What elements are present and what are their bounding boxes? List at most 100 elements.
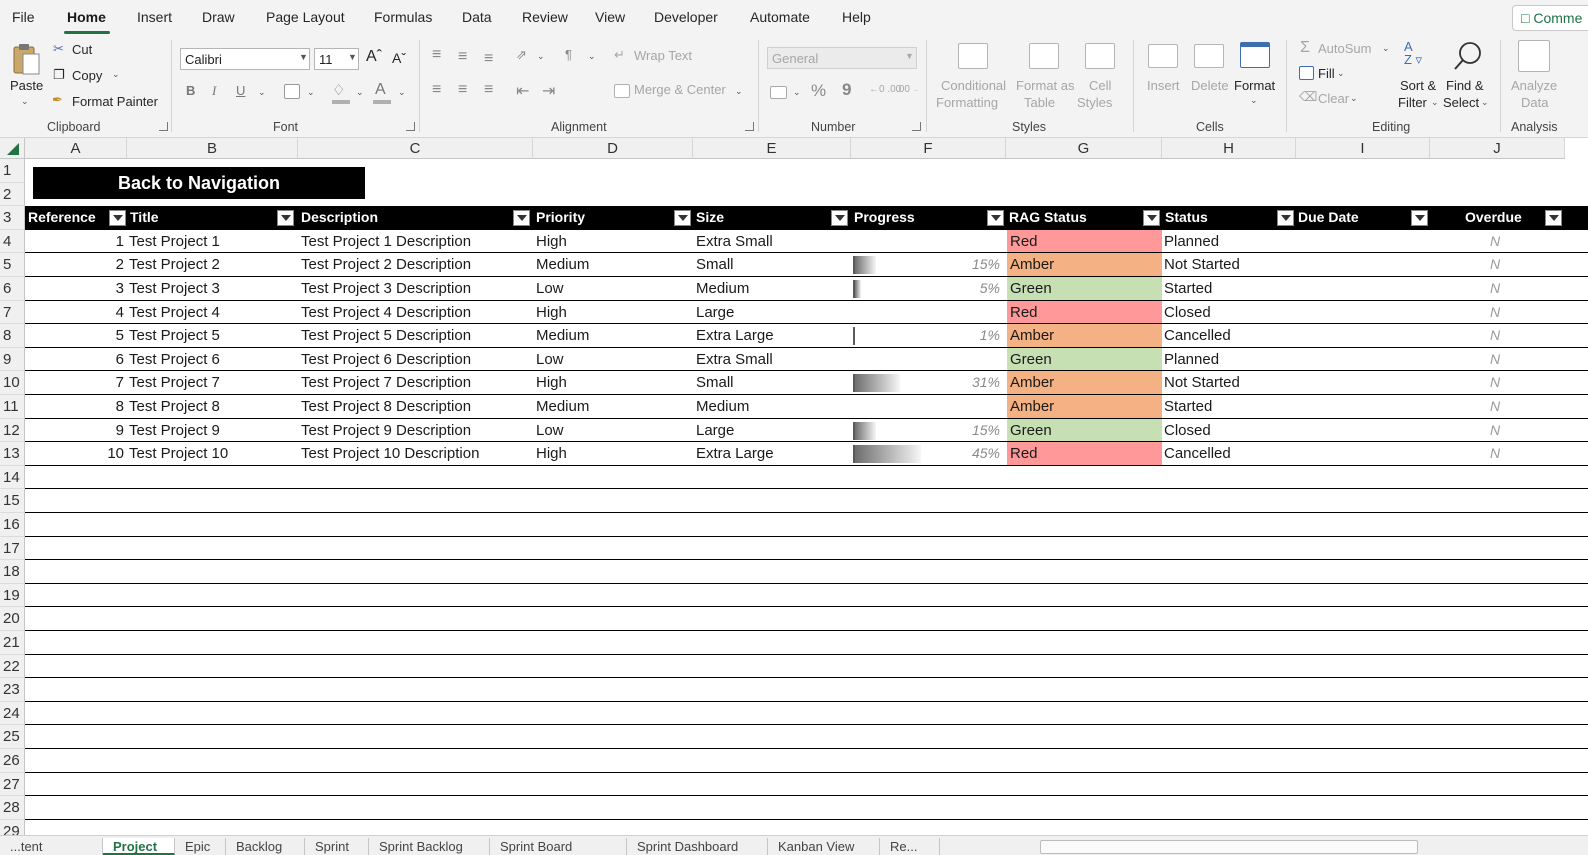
- row-header-12[interactable]: 12: [0, 418, 25, 443]
- comma-button[interactable]: 9: [842, 80, 851, 100]
- row-header-28[interactable]: 28: [0, 796, 25, 820]
- table-row[interactable]: 2 Test Project 2 Test Project 2 Descriptio…: [25, 253, 1588, 277]
- row-header-10[interactable]: 10: [0, 371, 25, 395]
- empty-row[interactable]: [25, 466, 1588, 490]
- dialog-launcher-icon[interactable]: [406, 122, 415, 131]
- decrease-decimal-button[interactable]: .00 →0: [896, 84, 918, 95]
- sheet-tab-tent[interactable]: ...tent: [0, 838, 103, 855]
- table-row[interactable]: 3 Test Project 3 Test Project 3 Descriptio…: [25, 277, 1588, 301]
- row-header-6[interactable]: 6: [0, 277, 25, 301]
- number-format-select[interactable]: General ▼: [767, 47, 917, 69]
- align-bottom-icon[interactable]: ≡: [484, 50, 493, 68]
- row-header-25[interactable]: 25: [0, 725, 25, 749]
- increase-indent-icon[interactable]: ⇥: [542, 81, 555, 101]
- bold-button[interactable]: B: [186, 83, 195, 98]
- empty-row[interactable]: [25, 725, 1588, 749]
- sheet-tab-sprint-board[interactable]: Sprint Board: [490, 838, 627, 855]
- filter-dropdown-icon[interactable]: [674, 210, 691, 226]
- row-header-23[interactable]: 23: [0, 678, 25, 702]
- empty-row[interactable]: [25, 749, 1588, 773]
- font-size-select[interactable]: 11 ▼: [314, 48, 359, 70]
- filter-dropdown-icon[interactable]: [1143, 210, 1160, 226]
- empty-row[interactable]: [25, 537, 1588, 561]
- worksheet-grid[interactable]: ABCDEFGHIJ 1 2 3 4 5 6 7 8 9 10 11 12 13 14 15 16 17 18 19…: [0, 138, 1588, 835]
- column-header-b[interactable]: B: [127, 138, 298, 159]
- row-header-3[interactable]: 3: [0, 206, 25, 230]
- empty-row[interactable]: [25, 702, 1588, 726]
- row-header-18[interactable]: 18: [0, 560, 25, 584]
- select-all-button[interactable]: [0, 138, 25, 159]
- menu-automate[interactable]: Automate: [750, 9, 810, 25]
- menu-insert[interactable]: Insert: [137, 9, 172, 25]
- table-row[interactable]: 1 Test Project 1 Test Project 1 Descriptio…: [25, 229, 1588, 254]
- empty-row[interactable]: [25, 655, 1588, 679]
- sheet-tab-backlog[interactable]: Backlog: [226, 838, 305, 855]
- column-header-a[interactable]: A: [25, 138, 127, 159]
- column-header-e[interactable]: E: [693, 138, 851, 159]
- comments-button[interactable]: □ Comme: [1512, 5, 1588, 31]
- row-header-17[interactable]: 17: [0, 536, 25, 561]
- decrease-font-icon[interactable]: Aˇ: [392, 50, 406, 66]
- row-header-26[interactable]: 26: [0, 749, 25, 773]
- row-header-21[interactable]: 21: [0, 631, 25, 655]
- table-row[interactable]: 10 Test Project 10 Test Project 10 Descrip…: [25, 442, 1588, 466]
- row-header-16[interactable]: 16: [0, 513, 25, 537]
- fill-color-icon[interactable]: ♢: [332, 81, 345, 99]
- row-header-2[interactable]: 2: [0, 182, 25, 207]
- row-header-5[interactable]: 5: [0, 253, 25, 277]
- row-header-24[interactable]: 24: [0, 701, 25, 726]
- align-left-icon[interactable]: ≡: [432, 81, 441, 99]
- row-header-19[interactable]: 19: [0, 583, 25, 608]
- menu-review[interactable]: Review: [522, 9, 568, 25]
- empty-row[interactable]: [25, 820, 1588, 835]
- filter-dropdown-icon[interactable]: [1411, 210, 1428, 226]
- sheet-tab-sprint-dashboard[interactable]: Sprint Dashboard: [627, 838, 768, 855]
- empty-row[interactable]: [25, 489, 1588, 513]
- row-header-27[interactable]: 27: [0, 772, 25, 797]
- row-header-15[interactable]: 15: [0, 489, 25, 513]
- column-header-g[interactable]: G: [1006, 138, 1162, 159]
- empty-row[interactable]: [25, 584, 1588, 608]
- row-header-4[interactable]: 4: [0, 229, 25, 254]
- column-header-h[interactable]: H: [1162, 138, 1296, 159]
- empty-row[interactable]: [25, 678, 1588, 702]
- empty-row[interactable]: [25, 513, 1588, 537]
- table-row[interactable]: 6 Test Project 6 Test Project 6 Descriptio…: [25, 347, 1588, 372]
- percent-button[interactable]: %: [811, 81, 826, 101]
- table-row[interactable]: 5 Test Project 5 Test Project 5 Descriptio…: [25, 324, 1588, 348]
- row-header-20[interactable]: 20: [0, 607, 25, 631]
- menu-view[interactable]: View: [595, 9, 625, 25]
- empty-row[interactable]: [25, 607, 1588, 631]
- table-row[interactable]: 4 Test Project 4 Test Project 4 Descriptio…: [25, 300, 1588, 325]
- row-header-14[interactable]: 14: [0, 465, 25, 490]
- menu-developer[interactable]: Developer: [654, 9, 718, 25]
- sheet-tab-project[interactable]: Project: [103, 838, 175, 855]
- decrease-indent-icon[interactable]: ⇤: [516, 81, 529, 101]
- font-color-icon[interactable]: A: [375, 81, 386, 99]
- align-right-icon[interactable]: ≡: [484, 81, 493, 99]
- filter-dropdown-icon[interactable]: [987, 210, 1004, 226]
- filter-dropdown-icon[interactable]: [109, 210, 126, 226]
- column-header-j[interactable]: J: [1430, 138, 1565, 159]
- filter-dropdown-icon[interactable]: [513, 210, 530, 226]
- filter-dropdown-icon[interactable]: [1545, 210, 1562, 226]
- underline-button[interactable]: U: [236, 83, 245, 98]
- row-header-22[interactable]: 22: [0, 654, 25, 679]
- increase-font-icon[interactable]: Aˆ: [366, 48, 382, 66]
- row-header-9[interactable]: 9: [0, 347, 25, 372]
- column-header-i[interactable]: I: [1296, 138, 1430, 159]
- orientation-icon[interactable]: ⇗: [516, 47, 527, 63]
- row-header-13[interactable]: 13: [0, 442, 25, 466]
- dialog-launcher-icon[interactable]: [159, 122, 168, 131]
- menu-formulas[interactable]: Formulas: [374, 9, 432, 25]
- column-header-d[interactable]: D: [533, 138, 693, 159]
- menu-file[interactable]: File: [12, 9, 35, 25]
- menu-home[interactable]: Home: [67, 9, 106, 25]
- currency-icon[interactable]: [770, 86, 787, 99]
- row-header-8[interactable]: 8: [0, 324, 25, 348]
- table-row[interactable]: 9 Test Project 9 Test Project 9 Descriptio…: [25, 418, 1588, 443]
- sheet-tab-sprint-backlog[interactable]: Sprint Backlog: [369, 838, 490, 855]
- font-name-select[interactable]: Calibri ▼: [180, 48, 310, 70]
- filter-dropdown-icon[interactable]: [277, 210, 294, 226]
- empty-row[interactable]: [25, 773, 1588, 797]
